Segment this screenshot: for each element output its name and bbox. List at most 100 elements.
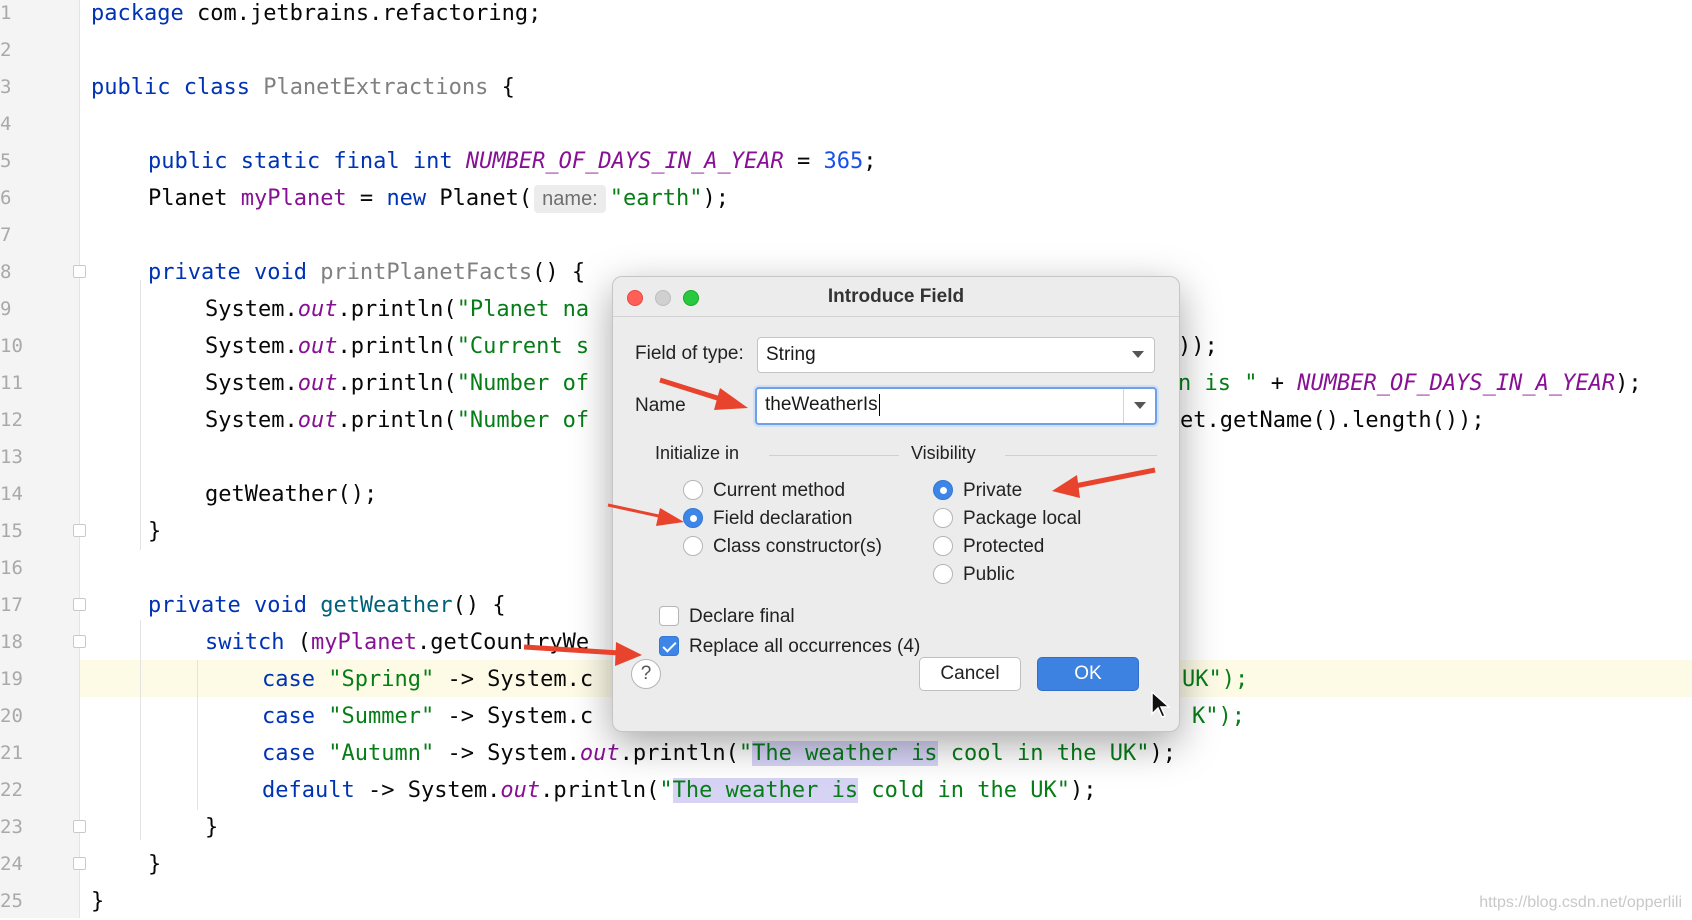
code-token: "Planet na bbox=[456, 297, 590, 322]
line-number: 17 bbox=[0, 594, 23, 616]
code-line: switch (myPlanet.getCountryWe bbox=[205, 624, 589, 661]
line-number: 13 bbox=[0, 446, 23, 468]
line-number: 7 bbox=[0, 224, 12, 246]
radio-current-method[interactable] bbox=[683, 480, 703, 500]
code-token: .println( bbox=[540, 778, 660, 803]
public-label[interactable]: Public bbox=[963, 564, 1015, 586]
code-line: package com.jetbrains.refactoring; bbox=[91, 0, 541, 32]
divider bbox=[1005, 455, 1157, 456]
code-token: cool in the UK" bbox=[937, 741, 1150, 766]
replace-all-checkbox[interactable] bbox=[659, 636, 679, 656]
code-token: .println( bbox=[337, 334, 457, 359]
selected-text: The weather is bbox=[752, 741, 938, 766]
code-token: UK"); bbox=[1182, 667, 1249, 692]
radio-package-local[interactable] bbox=[933, 508, 953, 528]
indent-guide bbox=[197, 660, 198, 810]
code-line: case "Autumn" -> System.out.println("The… bbox=[262, 735, 1176, 772]
code-line: Planet myPlanet = new Planet(name: "earth… bbox=[148, 180, 729, 217]
code-token: switch bbox=[205, 630, 285, 655]
private-label[interactable]: Private bbox=[963, 480, 1022, 502]
introduce-field-dialog[interactable]: Introduce Field Field of type: String Na… bbox=[612, 276, 1180, 732]
code-token: System. bbox=[205, 371, 298, 396]
current-method-label[interactable]: Current method bbox=[713, 480, 845, 502]
radio-class-constructors[interactable] bbox=[683, 536, 703, 556]
dialog-titlebar[interactable]: Introduce Field bbox=[613, 277, 1179, 317]
code-token: n is " bbox=[1178, 371, 1258, 396]
line-number: 12 bbox=[0, 409, 23, 431]
code-line: getWeather(); bbox=[205, 476, 377, 513]
package-local-label[interactable]: Package local bbox=[963, 508, 1081, 530]
line-number: 2 bbox=[0, 39, 12, 61]
field-type-value: String bbox=[766, 344, 816, 365]
replace-all-label[interactable]: Replace all occurrences (4) bbox=[689, 636, 920, 658]
code-line: default -> System.out.println("The weath… bbox=[262, 772, 1097, 809]
radio-protected[interactable] bbox=[933, 536, 953, 556]
line-number: 10 bbox=[0, 335, 23, 357]
radio-public[interactable] bbox=[933, 564, 953, 584]
mouse-pointer-icon bbox=[1151, 690, 1171, 718]
chevron-down-icon[interactable] bbox=[1122, 338, 1154, 372]
code-token: } bbox=[91, 889, 105, 914]
code-token: -> System. bbox=[434, 741, 580, 766]
line-number: 9 bbox=[0, 298, 12, 320]
code-token: " bbox=[659, 778, 673, 803]
name-input[interactable]: theWeatherIs bbox=[755, 387, 1157, 425]
code-token: NUMBER_OF_DAYS_IN_A_YEAR bbox=[465, 149, 784, 174]
field-of-type-label: Field of type: bbox=[635, 343, 744, 364]
code-token: () { bbox=[452, 593, 506, 618]
code-line: System.out.println("Current s bbox=[205, 328, 589, 365]
help-button[interactable]: ? bbox=[631, 659, 661, 689]
field-declaration-label[interactable]: Field declaration bbox=[713, 508, 852, 530]
protected-label[interactable]: Protected bbox=[963, 536, 1044, 558]
code-token: .println( bbox=[619, 741, 739, 766]
code-line: case "Spring" -> System.c bbox=[262, 661, 593, 698]
ok-button[interactable]: OK bbox=[1037, 657, 1139, 691]
code-token: " bbox=[738, 741, 753, 766]
code-token: .println( bbox=[337, 371, 457, 396]
code-token: "Current s bbox=[456, 334, 590, 359]
code-token: out bbox=[297, 371, 338, 396]
line-number: 4 bbox=[0, 113, 12, 135]
code-token: .getCountryWe bbox=[416, 630, 590, 655]
code-token: () { bbox=[532, 260, 586, 285]
code-token: et.getName().length()); bbox=[1180, 408, 1485, 433]
fold-marker[interactable] bbox=[73, 635, 86, 648]
fold-marker[interactable] bbox=[73, 857, 86, 870]
code-token: ); bbox=[1615, 371, 1642, 396]
code-token: ); bbox=[702, 186, 729, 211]
line-number: 5 bbox=[0, 150, 12, 172]
code-token: cold in the UK" bbox=[858, 778, 1070, 803]
fold-marker[interactable] bbox=[73, 524, 86, 537]
code-line: System.out.println("Number of bbox=[205, 365, 589, 402]
line-number: 18 bbox=[0, 631, 23, 653]
fold-marker[interactable] bbox=[73, 598, 86, 611]
code-token: ); bbox=[1149, 741, 1176, 766]
code-line: private void printPlanetFacts() { bbox=[148, 254, 585, 291]
code-token: case bbox=[262, 704, 315, 729]
name-value: theWeatherIs bbox=[765, 394, 878, 415]
initialize-in-header: Initialize in bbox=[655, 443, 740, 463]
code-token: default bbox=[262, 778, 355, 803]
radio-field-declaration[interactable] bbox=[683, 508, 703, 528]
code-token: "Summer" bbox=[314, 704, 435, 729]
fold-marker[interactable] bbox=[73, 820, 86, 833]
fold-marker[interactable] bbox=[73, 265, 86, 278]
code-line: case "Summer" -> System.c bbox=[262, 698, 593, 735]
class-constructors-label[interactable]: Class constructor(s) bbox=[713, 536, 882, 558]
radio-private[interactable] bbox=[933, 480, 953, 500]
dialog-title: Introduce Field bbox=[827, 286, 965, 307]
code-token: out bbox=[579, 741, 620, 766]
line-number: 14 bbox=[0, 483, 23, 505]
field-type-combo[interactable]: String bbox=[757, 337, 1155, 373]
code-token: "Spring" bbox=[314, 667, 435, 692]
line-number: 21 bbox=[0, 742, 23, 764]
code-line: } bbox=[148, 846, 161, 883]
declare-final-label[interactable]: Declare final bbox=[689, 606, 795, 628]
code-token: -> System.c bbox=[434, 667, 594, 692]
declare-final-checkbox[interactable] bbox=[659, 606, 679, 626]
code-token: "Number of bbox=[456, 408, 590, 433]
chevron-down-icon[interactable] bbox=[1123, 389, 1155, 423]
code-line: } bbox=[148, 513, 161, 550]
name-label: Name bbox=[635, 395, 686, 416]
cancel-button[interactable]: Cancel bbox=[919, 657, 1021, 691]
